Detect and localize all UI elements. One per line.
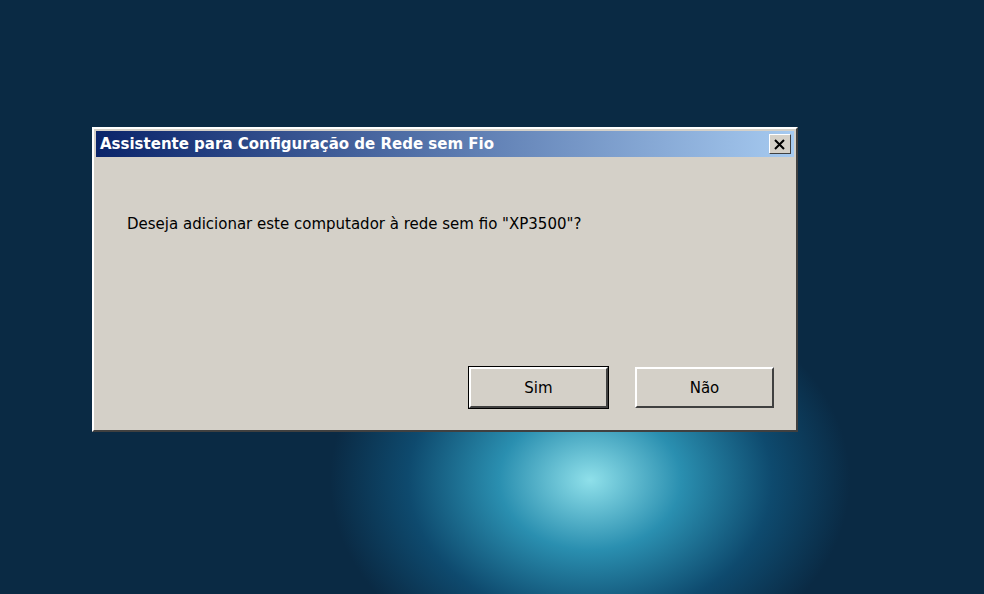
- dialog-button[interactable]: Sim: [469, 367, 608, 408]
- window-title: Assistente para Configuração de Rede sem…: [100, 135, 494, 153]
- message-text: Deseja adicionar este computador à rede …: [127, 215, 774, 233]
- button-row: Sim Não: [127, 367, 774, 408]
- dialog-body: Deseja adicionar este computador à rede …: [96, 157, 794, 428]
- dialog-window: Assistente para Configuração de Rede sem…: [92, 127, 798, 432]
- close-button[interactable]: [769, 134, 791, 154]
- title-bar[interactable]: Assistente para Configuração de Rede sem…: [96, 131, 794, 157]
- dialog-button[interactable]: Não: [635, 367, 774, 408]
- close-icon: [774, 139, 786, 150]
- desktop: Assistente para Configuração de Rede sem…: [0, 0, 984, 594]
